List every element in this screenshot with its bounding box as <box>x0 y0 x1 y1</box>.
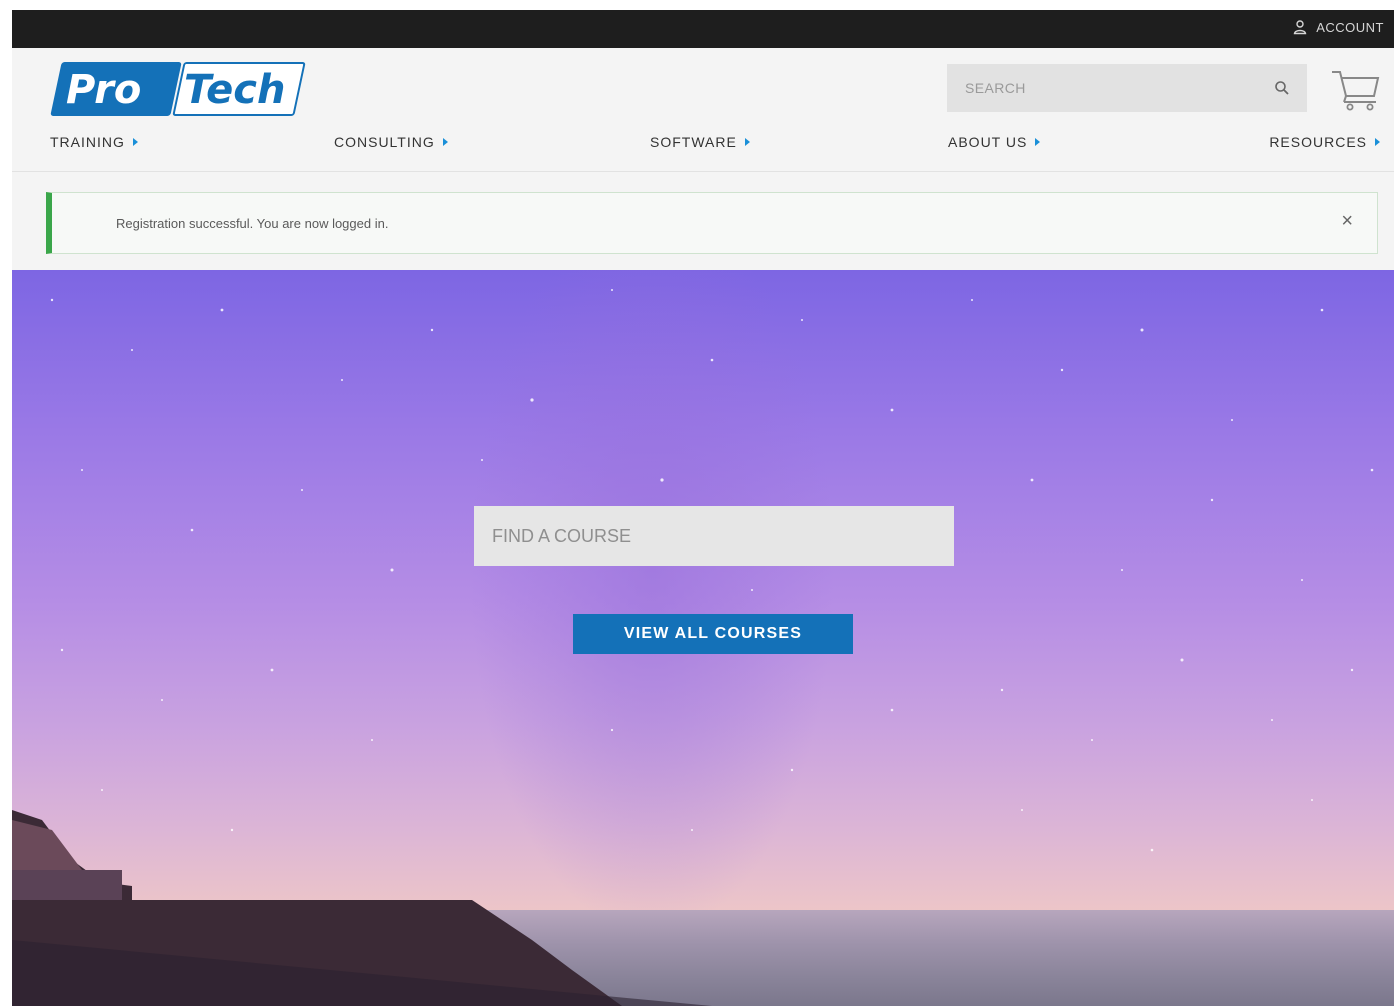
nav-item-resources[interactable]: RESOURCES <box>1269 134 1380 150</box>
cart-button[interactable] <box>1328 66 1382 112</box>
caret-right-icon <box>1035 138 1041 146</box>
nav-item-consulting[interactable]: CONSULTING <box>334 134 448 150</box>
close-icon[interactable]: × <box>1341 211 1353 231</box>
account-label: ACCOUNT <box>1316 19 1384 35</box>
alert-message: Registration successful. You are now log… <box>116 215 389 231</box>
cart-icon <box>1332 71 1380 111</box>
logo-part-pro: Pro <box>66 67 142 113</box>
caret-right-icon <box>132 138 138 146</box>
view-all-courses-button[interactable]: VIEW ALL COURSES <box>573 614 853 654</box>
caret-right-icon <box>744 138 750 146</box>
page: ACCOUNT Pro Tech SEARCH TRAINING CONSULT… <box>12 10 1394 1006</box>
search-button[interactable] <box>1257 64 1307 112</box>
top-utility-bar: ACCOUNT <box>12 10 1394 48</box>
nav-item-software[interactable]: SOFTWARE <box>650 134 750 150</box>
account-link[interactable]: ACCOUNT <box>1292 19 1384 35</box>
find-course-input[interactable] <box>474 506 954 566</box>
protech-logo[interactable]: Pro Tech <box>50 62 306 116</box>
logo-part-tech: Tech <box>184 67 286 113</box>
user-icon <box>1293 20 1307 35</box>
caret-right-icon <box>442 138 448 146</box>
hero-banner: VIEW ALL COURSES <box>12 270 1394 1006</box>
find-course-field <box>474 506 954 566</box>
coastline-silhouette <box>12 810 712 1006</box>
site-header: Pro Tech TRAINING <box>12 48 1394 172</box>
search-icon <box>1275 81 1289 95</box>
main-nav: TRAINING CONSULTING SOFTWARE ABOUT US RE… <box>50 134 1380 160</box>
nav-item-training[interactable]: TRAINING <box>50 134 138 150</box>
caret-right-icon <box>1375 138 1380 146</box>
search-input[interactable] <box>947 64 1257 112</box>
site-search <box>947 64 1307 112</box>
nav-item-about-us[interactable]: ABOUT US <box>948 134 1041 150</box>
success-alert: Registration successful. You are now log… <box>46 192 1378 254</box>
